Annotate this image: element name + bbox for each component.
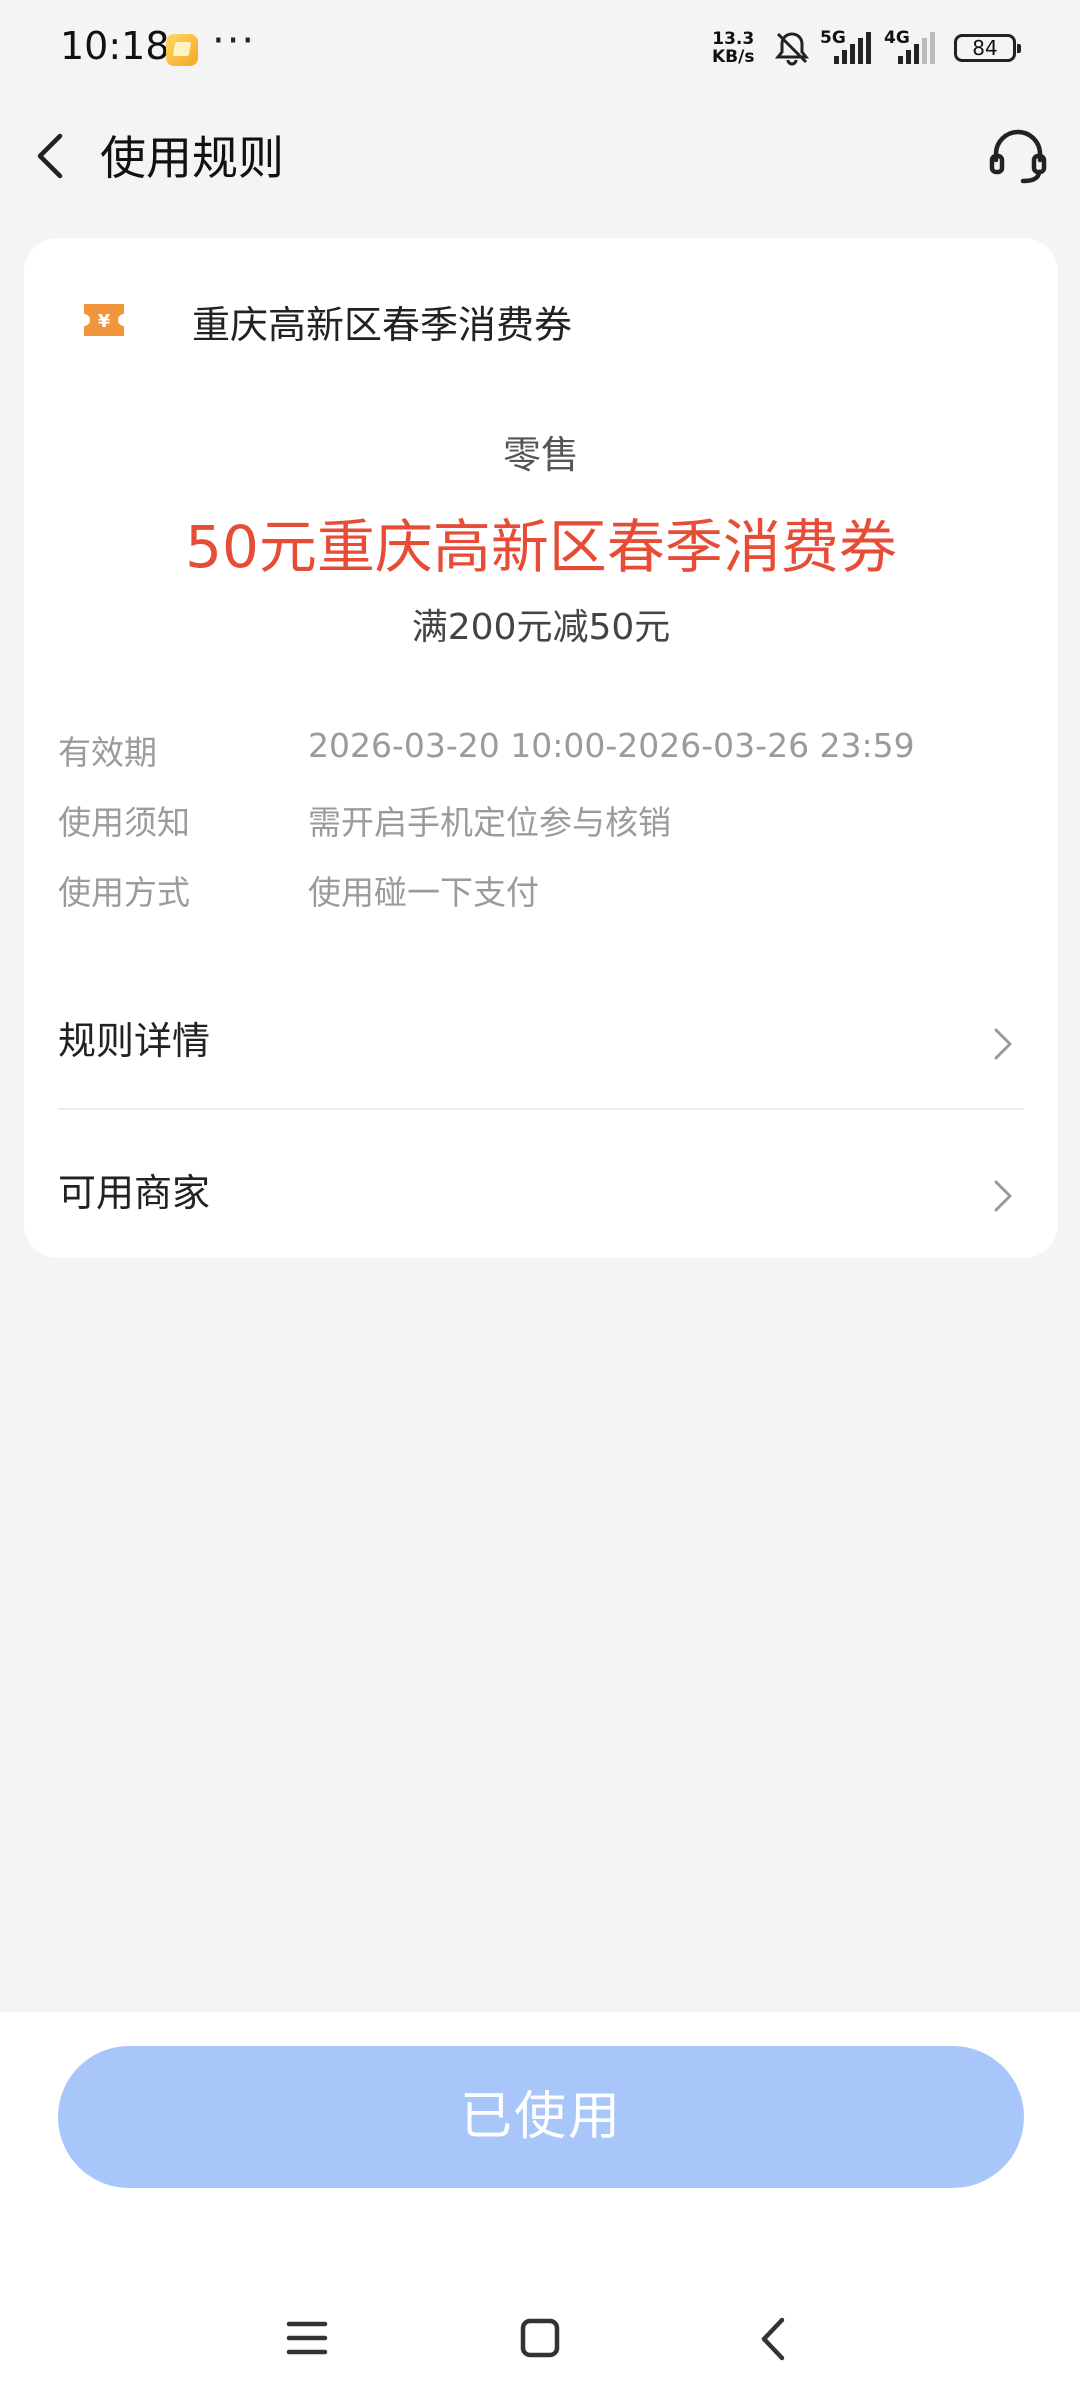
coupon-name: 重庆高新区春季消费券 xyxy=(192,303,573,347)
menu-icon[interactable] xyxy=(286,2318,328,2358)
coupon-title: 50元重庆高新区春季消费券 xyxy=(185,513,897,581)
coupon-card: ¥ 重庆高新区春季消费券 零售 50元重庆高新区春季消费券 满200元减50元 … xyxy=(24,238,1058,1258)
headset-icon[interactable] xyxy=(986,124,1050,188)
rule-details-link[interactable]: 规则详情 xyxy=(58,988,1024,1088)
mute-bell-icon xyxy=(774,32,810,66)
divider xyxy=(58,1108,1024,1110)
status-time: 10:18 xyxy=(60,24,170,68)
info-value: 2026-03-20 10:00-2026-03-26 23:59 xyxy=(308,726,915,765)
link-label: 规则详情 xyxy=(58,1019,211,1063)
net-speed-value: 13.3 xyxy=(712,29,755,49)
signal-icon xyxy=(834,32,871,64)
page-title: 使用规则 xyxy=(100,131,284,185)
signal-icon-2 xyxy=(898,32,935,64)
info-label: 有效期 xyxy=(58,733,157,772)
info-label: 使用方式 xyxy=(58,873,190,912)
svg-text:¥: ¥ xyxy=(98,311,111,332)
more-notifications-icon: ··· xyxy=(212,18,257,64)
header: 使用规则 xyxy=(0,110,1080,200)
bottom-bar: 已使用 xyxy=(0,2012,1080,2400)
coupon-condition: 满200元减50元 xyxy=(411,607,671,648)
home-icon[interactable] xyxy=(520,2318,560,2358)
coupon-ticket-icon: ¥ xyxy=(84,304,124,336)
net-speed: 13.3 KB/s xyxy=(712,30,754,66)
chevron-right-icon xyxy=(994,1028,1012,1060)
back-arrow-icon[interactable] xyxy=(26,128,76,184)
notification-app-icon xyxy=(166,34,198,66)
status-bar: 10:18 ··· 13.3 KB/s 5G 4G 84 xyxy=(0,0,1080,96)
info-value: 使用碰一下支付 xyxy=(308,873,539,912)
info-value: 需开启手机定位参与核销 xyxy=(308,803,671,842)
available-merchants-link[interactable]: 可用商家 xyxy=(58,1140,1024,1240)
back-icon[interactable] xyxy=(758,2316,790,2362)
coupon-category: 零售 xyxy=(502,433,579,477)
chevron-right-icon xyxy=(994,1180,1012,1212)
used-button[interactable]: 已使用 xyxy=(58,2046,1024,2188)
link-label: 可用商家 xyxy=(58,1171,211,1215)
battery-icon: 84 xyxy=(954,34,1021,62)
info-label: 使用须知 xyxy=(58,803,190,842)
net-speed-unit: KB/s xyxy=(712,47,755,67)
